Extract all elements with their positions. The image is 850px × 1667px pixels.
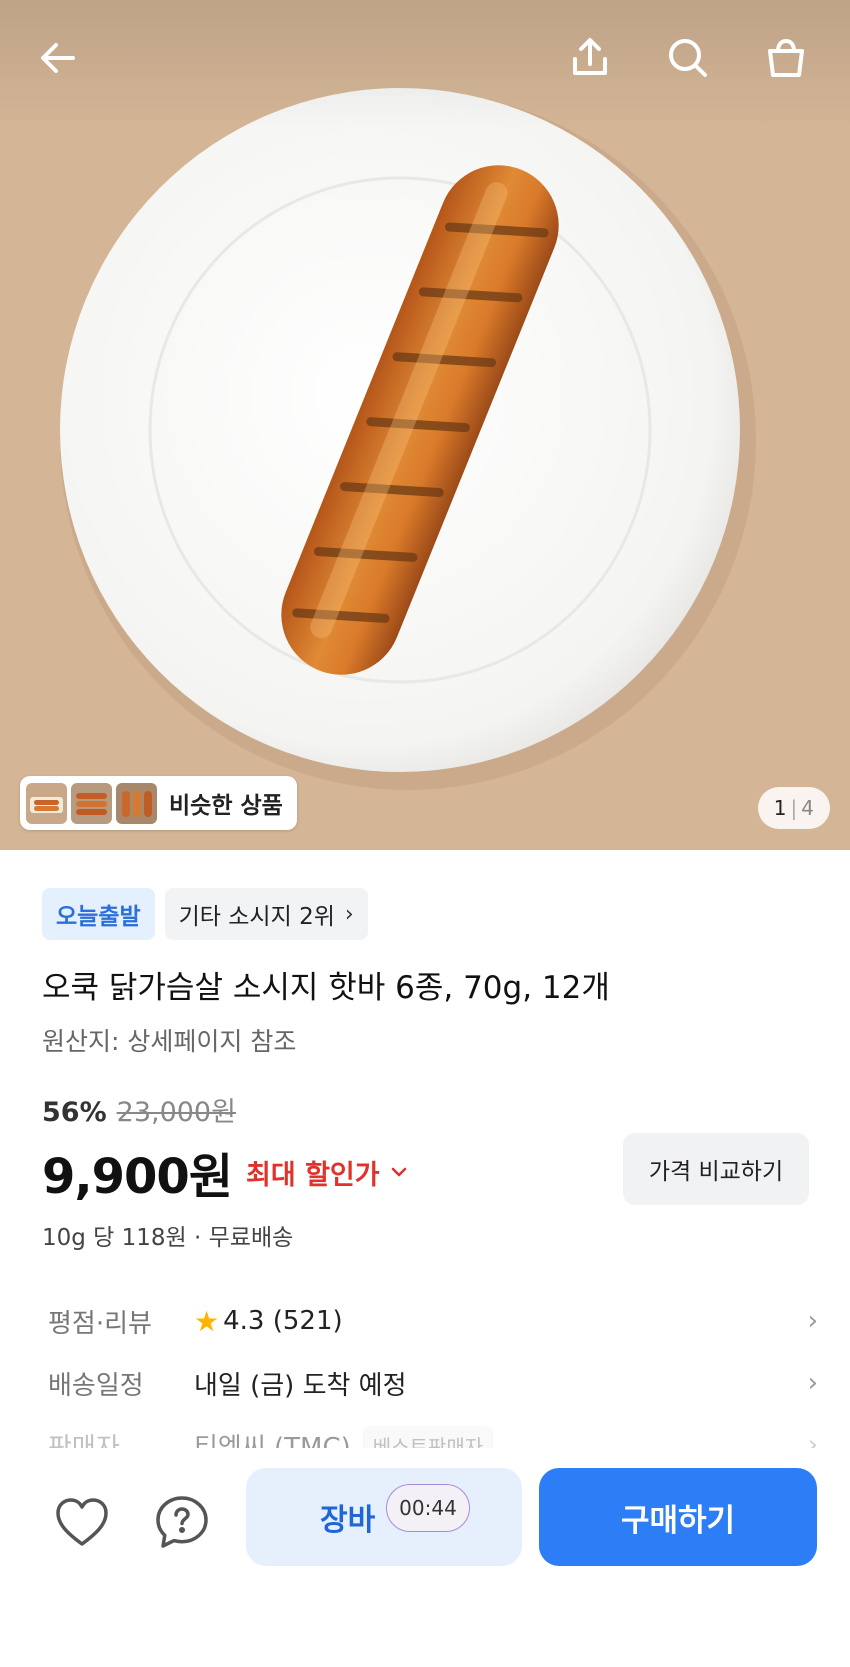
- wishlist-button[interactable]: [50, 1490, 114, 1554]
- cart-button[interactable]: [756, 28, 816, 88]
- similar-thumb: [26, 782, 67, 824]
- discount-row: 56% 23,000원: [42, 1090, 236, 1129]
- star-icon: ★: [194, 1304, 220, 1338]
- sale-price: 9,900원: [42, 1149, 233, 1205]
- delivery-label: 배송일정: [48, 1370, 144, 1401]
- share-icon: [573, 38, 607, 75]
- rating-label: 평점·리뷰: [48, 1308, 152, 1339]
- similar-products-button[interactable]: 비슷한 상품: [20, 776, 297, 830]
- max-discount-label: 최대 할인가: [246, 1159, 380, 1191]
- product-tags: 오늘출발 기타 소시지 2위 ›: [42, 888, 822, 940]
- category-rank-label: 기타 소시지 2위: [178, 904, 335, 930]
- delivery-row[interactable]: 배송일정 내일 (금) 도착 예정 ›: [48, 1352, 818, 1414]
- product-origin: 원산지: 상세페이지 참조: [42, 1027, 297, 1056]
- similar-thumb: [71, 782, 112, 824]
- compare-price-button[interactable]: 가격 비교하기: [623, 1133, 809, 1205]
- inquiry-button[interactable]: [150, 1490, 214, 1554]
- delivery-value: 내일 (금) 도착 예정: [194, 1370, 407, 1401]
- discount-percent: 56%: [42, 1097, 107, 1128]
- image-counter: 1 | 4: [757, 787, 830, 829]
- original-price: 23,000원: [116, 1097, 236, 1128]
- chevron-right-icon: ›: [344, 901, 354, 927]
- similar-thumb: [116, 782, 157, 824]
- category-rank-link[interactable]: 기타 소시지 2위 ›: [164, 888, 368, 940]
- back-button[interactable]: [28, 28, 88, 88]
- product-image[interactable]: 비슷한 상품 1 | 4: [0, 0, 850, 850]
- rating-review-row[interactable]: 평점·리뷰 ★ 4.3 (521) ›: [48, 1290, 818, 1352]
- heart-icon: [56, 1498, 108, 1546]
- search-button[interactable]: [658, 28, 718, 88]
- question-bubble-icon: [156, 1496, 208, 1548]
- max-discount-dropdown[interactable]: 최대 할인가: [246, 1153, 408, 1192]
- similar-products-label: 비슷한 상품: [169, 793, 283, 819]
- buy-now-button[interactable]: 구매하기: [539, 1468, 817, 1566]
- chevron-right-icon: ›: [807, 1368, 818, 1398]
- price-row: 9,900원 최대 할인가: [42, 1137, 408, 1207]
- image-counter-separator: |: [790, 796, 798, 820]
- cart-timer-badge: 00:44: [386, 1484, 470, 1532]
- unit-price-shipping: 10g 당 118원 · 무료배송: [42, 1225, 294, 1251]
- search-icon: [669, 39, 707, 77]
- chevron-down-icon: [391, 1167, 406, 1177]
- chevron-right-icon: ›: [807, 1306, 818, 1336]
- add-to-cart-button[interactable]: 장바: [246, 1468, 522, 1566]
- hero-gradient: [0, 0, 850, 130]
- rating-value: 4.3 (521): [223, 1306, 343, 1336]
- shopping-bag-icon: [768, 39, 804, 77]
- today-shipping-badge: 오늘출발: [42, 888, 155, 940]
- share-button[interactable]: [560, 28, 620, 88]
- image-counter-total: 4: [801, 796, 814, 820]
- image-counter-current: 1: [773, 796, 787, 820]
- add-to-cart-label: 장바: [320, 1503, 376, 1538]
- product-title: 오쿡 닭가슴살 소시지 핫바 6종, 70g, 12개: [42, 970, 610, 1006]
- arrow-left-icon: [41, 43, 75, 73]
